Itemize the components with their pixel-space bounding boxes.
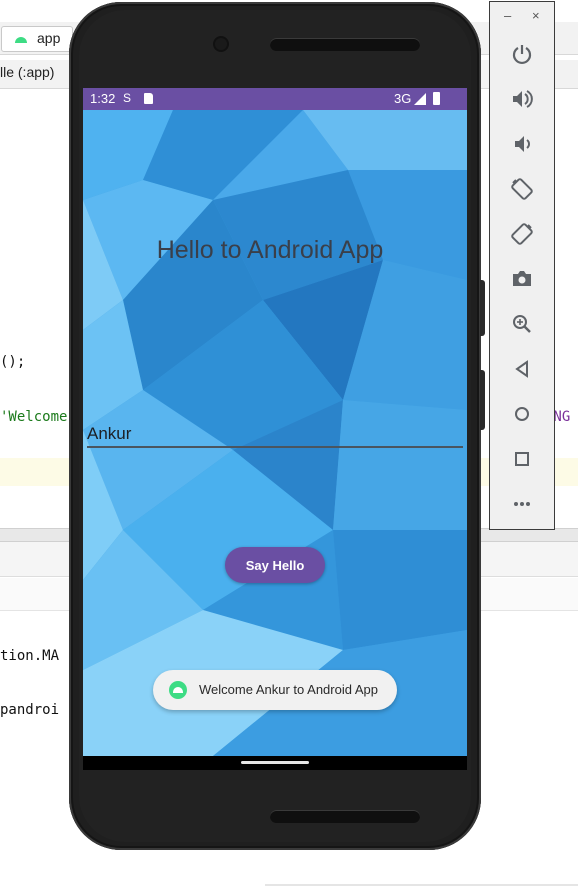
home-button[interactable] bbox=[507, 399, 537, 429]
side-button bbox=[480, 280, 485, 336]
navigation-bar bbox=[83, 756, 467, 770]
side-button bbox=[480, 370, 485, 430]
volume-down-button[interactable] bbox=[507, 129, 537, 159]
notification-s-icon: S bbox=[123, 91, 132, 105]
module-tab[interactable]: lle (:app) bbox=[0, 64, 54, 80]
app-title: Hello to Android App bbox=[156, 236, 384, 264]
volume-up-button[interactable] bbox=[507, 84, 537, 114]
status-bar: 1:32 S 3G bbox=[83, 88, 467, 110]
more-button[interactable] bbox=[507, 489, 537, 519]
back-icon bbox=[515, 360, 528, 378]
power-button[interactable] bbox=[507, 39, 537, 69]
code-line: (); bbox=[0, 354, 26, 370]
volume-up-icon bbox=[513, 90, 533, 108]
overview-icon bbox=[515, 452, 529, 466]
run-config-selector[interactable]: app bbox=[1, 26, 73, 52]
minimize-button[interactable]: – bbox=[504, 8, 511, 23]
volume-down-icon bbox=[515, 136, 530, 152]
name-input[interactable] bbox=[87, 422, 463, 448]
battery-icon bbox=[433, 92, 440, 105]
code-line: 'Welcome bbox=[0, 409, 68, 425]
close-button[interactable]: × bbox=[532, 8, 540, 23]
emulator-window-controls: – × bbox=[490, 8, 554, 28]
zoom-icon bbox=[513, 315, 531, 333]
device-screen: 1:32 S 3G Hello to Android App Say Hello… bbox=[83, 88, 467, 770]
run-config-label: app bbox=[37, 30, 61, 46]
say-hello-button[interactable]: Say Hello bbox=[225, 547, 325, 583]
network-type: 3G bbox=[394, 91, 412, 106]
status-time: 1:32 bbox=[90, 91, 116, 106]
android-icon bbox=[15, 37, 27, 43]
rotate-left-button[interactable] bbox=[507, 174, 537, 204]
more-icon bbox=[514, 502, 530, 506]
signal-icon bbox=[414, 93, 426, 105]
front-camera bbox=[215, 38, 227, 50]
home-icon bbox=[515, 407, 529, 421]
toast-text: Welcome Ankur to Android App bbox=[199, 682, 378, 697]
sd-card-icon bbox=[144, 93, 153, 104]
back-button[interactable] bbox=[507, 354, 537, 384]
log-line: pandroi bbox=[0, 702, 60, 718]
zoom-button[interactable] bbox=[507, 309, 537, 339]
rotate-right-icon bbox=[511, 223, 533, 245]
overview-button[interactable] bbox=[507, 444, 537, 474]
toast-message: Welcome Ankur to Android App bbox=[153, 670, 397, 710]
rotate-right-button[interactable] bbox=[507, 219, 537, 249]
top-speaker bbox=[270, 38, 420, 51]
log-line: tion.MA bbox=[0, 648, 60, 664]
power-icon bbox=[512, 45, 532, 65]
screenshot-button[interactable] bbox=[507, 264, 537, 294]
android-icon bbox=[169, 681, 187, 699]
bottom-speaker bbox=[270, 810, 420, 823]
home-gesture-handle[interactable] bbox=[241, 761, 309, 764]
rotate-left-icon bbox=[511, 178, 533, 200]
emulator-control-panel: – × bbox=[489, 1, 555, 530]
camera-icon bbox=[513, 271, 531, 286]
